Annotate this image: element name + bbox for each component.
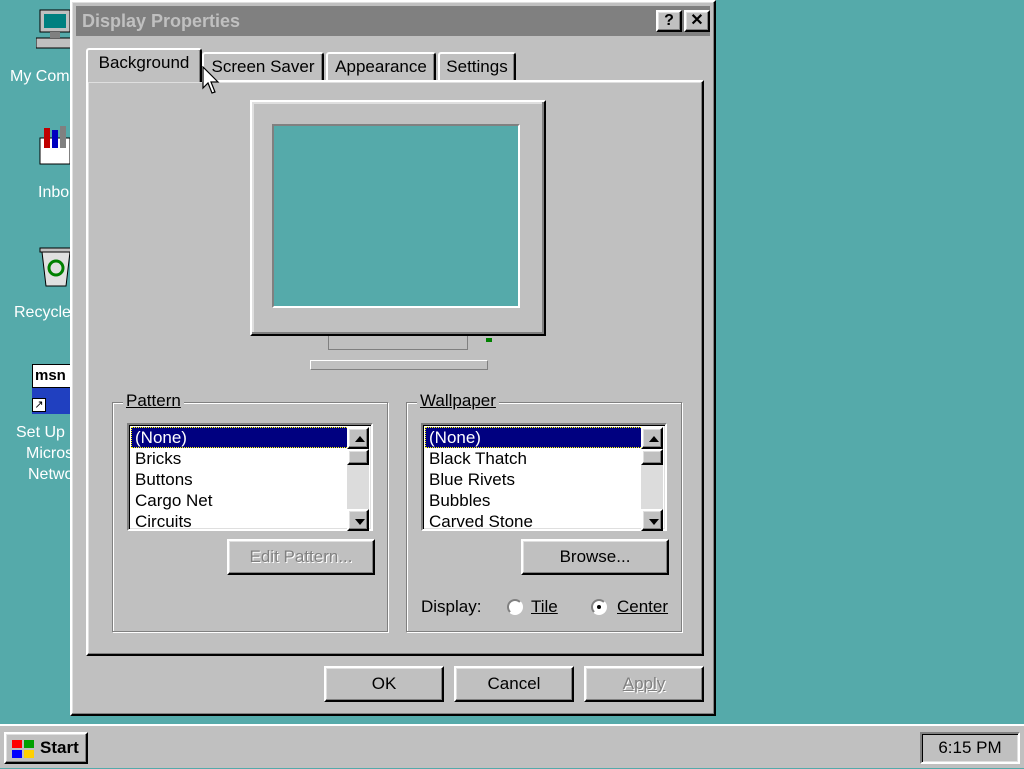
scroll-thumb[interactable] (641, 449, 663, 465)
tab-label: Appearance (335, 57, 427, 76)
center-radio[interactable] (591, 599, 607, 615)
scroll-up-button[interactable] (347, 427, 369, 449)
wallpaper-list-item[interactable]: Blue Rivets (425, 469, 643, 490)
tab-label: Screen Saver (211, 57, 315, 76)
monitor-preview (250, 100, 546, 336)
display-label: Display: (421, 597, 482, 616)
wallpaper-listbox[interactable]: (None) Black Thatch Blue Rivets Bubbles Carv… (421, 423, 667, 531)
preview-screen (272, 124, 520, 308)
close-icon: ✕ (690, 12, 704, 29)
tab-label: Background (98, 53, 190, 72)
msn-icon: msn ↗ (32, 364, 72, 416)
pattern-list-item[interactable]: Cargo Net (131, 490, 349, 511)
pattern-group: Pattern (None) Bricks Buttons Cargo Net Circ… (112, 391, 388, 632)
arrow-up-icon (649, 436, 659, 442)
display-properties-window: Display Properties ? ✕ Background Screen… (70, 0, 716, 716)
tab-appearance[interactable]: Appearance (326, 52, 436, 82)
tab-background[interactable]: Background (86, 48, 202, 82)
power-led-icon (486, 338, 492, 342)
browse-button[interactable]: Browse... (521, 539, 669, 575)
windows-logo-icon (10, 738, 36, 760)
close-button[interactable]: ✕ (684, 10, 710, 32)
tab-label: Settings (446, 57, 508, 76)
pattern-list-item[interactable]: Buttons (131, 469, 349, 490)
center-radio-label[interactable]: Center (617, 597, 668, 617)
system-tray-clock[interactable]: 6:15 PM (920, 732, 1020, 764)
arrow-down-icon (649, 519, 659, 525)
pattern-list-item[interactable]: Circuits (131, 511, 349, 532)
wallpaper-group-label: Wallpaper (417, 391, 499, 411)
monitor-base (310, 360, 488, 370)
pattern-listbox[interactable]: (None) Bricks Buttons Cargo Net Circuits (127, 423, 373, 531)
background-tab-panel: Pattern (None) Bricks Buttons Cargo Net Circ… (86, 80, 704, 656)
tile-radio-label[interactable]: Tile (531, 597, 558, 617)
monitor-stand (328, 336, 468, 350)
scroll-up-button[interactable] (641, 427, 663, 449)
pattern-scrollbar[interactable] (347, 427, 369, 531)
pattern-list-item[interactable]: (None) (131, 427, 349, 448)
wallpaper-scrollbar[interactable] (641, 427, 663, 531)
desktop-icon-my-computer[interactable]: My Com (0, 4, 80, 85)
taskbar: Start 6:15 PM (0, 724, 1024, 768)
msn-logo-text: msn (35, 367, 66, 384)
tile-radio[interactable] (507, 599, 523, 615)
desktop-icon-msn-setup[interactable]: msn ↗ Set Up Micros Netwo (0, 362, 80, 486)
start-label: Start (40, 738, 79, 757)
mouse-pointer-icon (202, 65, 222, 96)
ok-button[interactable]: OK (324, 666, 444, 702)
wallpaper-list-item[interactable]: Carved Stone (425, 511, 643, 532)
wallpaper-list-item[interactable]: Black Thatch (425, 448, 643, 469)
edit-pattern-button[interactable]: Edit Pattern... (227, 539, 375, 575)
pattern-list-item[interactable]: Bricks (131, 448, 349, 469)
question-icon: ? (664, 12, 674, 29)
wallpaper-group: Wallpaper (None) Black Thatch Blue Rivets B… (406, 391, 682, 632)
window-title: Display Properties (82, 11, 241, 31)
scroll-down-button[interactable] (347, 509, 369, 531)
radio-selected-dot (597, 605, 601, 609)
help-button[interactable]: ? (656, 10, 682, 32)
pattern-group-label: Pattern (123, 391, 184, 411)
apply-button[interactable]: Apply (584, 666, 704, 702)
cancel-button[interactable]: Cancel (454, 666, 574, 702)
arrow-up-icon (355, 436, 365, 442)
wallpaper-list-item[interactable]: (None) (425, 427, 643, 448)
tab-settings[interactable]: Settings (438, 52, 516, 82)
title-bar[interactable]: Display Properties ? ✕ (76, 6, 710, 36)
desktop-icon-recycle-bin[interactable]: Recycle (0, 242, 80, 326)
wallpaper-list-item[interactable]: Bubbles (425, 490, 643, 511)
desktop-icon-inbox[interactable]: Inbo (0, 122, 80, 206)
scroll-thumb[interactable] (347, 449, 369, 465)
scroll-down-button[interactable] (641, 509, 663, 531)
arrow-down-icon (355, 519, 365, 525)
start-button[interactable]: Start (4, 732, 88, 764)
